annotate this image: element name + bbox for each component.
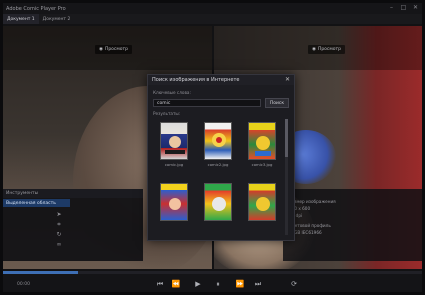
info-panel: Размер изображения 800 x 600 72 dpi Цвет… — [283, 189, 422, 261]
tab-document-2[interactable]: Документ 2 — [39, 14, 75, 24]
app-window: Adobe Comic Player Pro – □ ✕ Документ 1 … — [3, 3, 422, 292]
minimize-button[interactable]: – — [387, 4, 396, 12]
result-caption: comic.jpg — [164, 162, 184, 167]
result-thumbnail[interactable] — [160, 183, 188, 221]
crop-icon[interactable]: ⌗ — [55, 221, 63, 228]
timeline-track[interactable] — [3, 271, 422, 274]
result-caption: comic3.jpg — [251, 162, 273, 167]
dialog-title-bar: Поиск изображения в Интернете ✕ — [148, 75, 294, 85]
tab-bar: Документ 1 Документ 2 — [3, 14, 422, 24]
eye-icon: ◉ — [99, 47, 103, 52]
info-line: Размер изображения — [289, 199, 336, 204]
search-button[interactable]: Поиск — [265, 98, 289, 108]
comic-cover-art — [255, 136, 271, 156]
viewer-chip-left[interactable]: ◉ Просмотр — [95, 45, 133, 54]
result-thumbnail[interactable] — [248, 122, 276, 160]
window-title: Adobe Comic Player Pro — [6, 5, 66, 12]
comic-cover-art — [256, 197, 270, 211]
results-grid: comic.jpg comic2.jpg comic3.jpg — [153, 119, 283, 235]
prev-icon[interactable]: ⏮ — [155, 280, 165, 289]
window-controls: – □ ✕ — [387, 4, 420, 12]
play-icon[interactable]: ▶ — [193, 280, 203, 289]
eye-icon: ◉ — [312, 47, 316, 52]
next-icon[interactable]: ⏭ — [253, 280, 263, 289]
tools-panel-header: Инструменты — [3, 189, 143, 198]
tool-selected-item[interactable]: Выделенная область — [3, 199, 70, 207]
result-thumbnail[interactable] — [204, 122, 232, 160]
image-search-dialog: Поиск изображения в Интернете ✕ Ключевые… — [147, 74, 295, 241]
link-icon[interactable]: ∞ — [55, 241, 63, 248]
title-bar: Adobe Comic Player Pro – □ ✕ — [3, 3, 422, 14]
comic-cover-art — [169, 198, 181, 210]
loop-icon[interactable]: ⟳ — [289, 280, 299, 289]
timeline-progress — [3, 271, 79, 274]
time-readout: 00:00 — [17, 282, 30, 287]
info-line: Цветовой профиль — [289, 223, 331, 228]
cursor-icon[interactable]: ➤ — [55, 211, 63, 218]
tools-panel: Инструменты Выделенная область ➤ ⌗ ↻ ∞ — [3, 189, 143, 261]
comic-cover-art — [212, 133, 226, 147]
search-label: Ключевые слова: — [153, 90, 191, 95]
comic-cover-art — [165, 136, 185, 154]
comic-cover-art — [212, 197, 226, 211]
transport-bar: 00:00 ⏮ ⏪ ▶ ⏸ ⏩ ⏭ ⟳ — [3, 271, 422, 292]
result-caption: comic2.jpg — [207, 162, 229, 167]
pause-icon[interactable]: ⏸ — [213, 280, 223, 289]
tab-document-1[interactable]: Документ 1 — [3, 14, 39, 24]
result-thumbnail[interactable] — [160, 122, 188, 160]
result-thumbnail[interactable] — [248, 183, 276, 221]
viewer-chip-label: Просмотр — [317, 47, 342, 52]
maximize-button[interactable]: □ — [399, 4, 408, 12]
viewer-chip-label: Просмотр — [104, 47, 129, 52]
dialog-title: Поиск изображения в Интернете — [152, 77, 240, 83]
close-icon[interactable]: ✕ — [285, 76, 290, 84]
rewind-icon[interactable]: ⏪ — [171, 280, 181, 289]
results-scrollbar[interactable] — [285, 119, 288, 235]
scrollbar-thumb[interactable] — [285, 119, 288, 157]
viewer-chip-right[interactable]: ◉ Просмотр — [308, 45, 346, 54]
result-thumbnail[interactable] — [204, 183, 232, 221]
rotate-icon[interactable]: ↻ — [55, 231, 63, 238]
close-button[interactable]: ✕ — [411, 4, 420, 12]
results-label: Результаты: — [153, 111, 181, 116]
search-input[interactable]: comic — [153, 99, 261, 107]
forward-icon[interactable]: ⏩ — [235, 280, 245, 289]
